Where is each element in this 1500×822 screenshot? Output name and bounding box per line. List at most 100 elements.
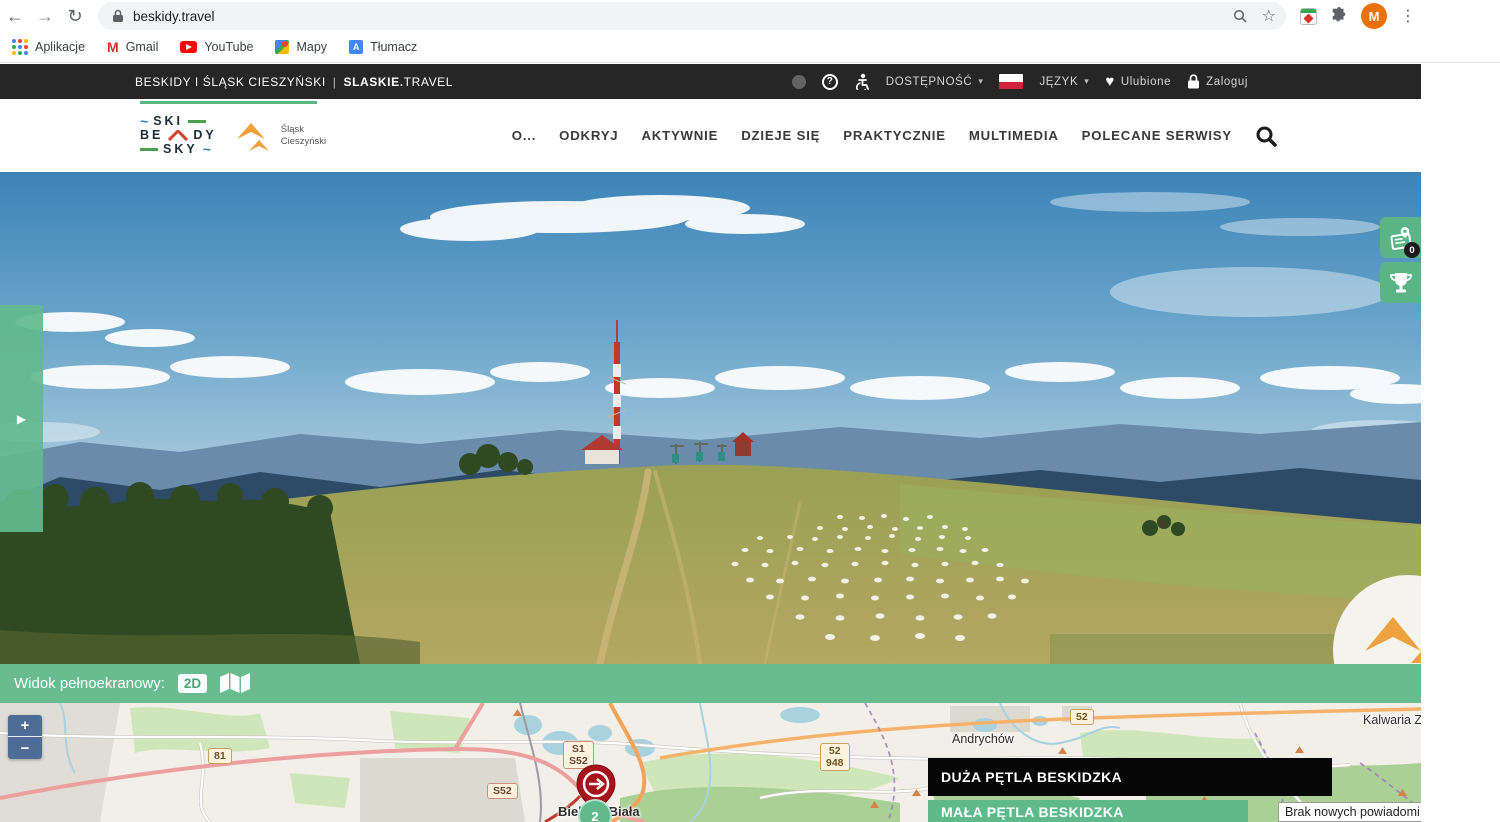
menu-item-aktywnie[interactable]: AKTYWNIE: [641, 128, 718, 143]
apps-grid-icon: [12, 39, 28, 55]
site-logo[interactable]: ~SKI BE DY SKY~ Śląsk Cieszyński: [140, 114, 326, 157]
bookmark-label: YouTube: [204, 40, 253, 54]
language-menu[interactable]: JĘZYK ▾: [1039, 76, 1089, 88]
extension-icon[interactable]: [1300, 8, 1317, 25]
extensions-puzzle-icon[interactable]: [1330, 7, 1348, 25]
menu-item-o[interactable]: O...: [512, 128, 536, 143]
bookmark-gmail[interactable]: M Gmail: [107, 39, 158, 55]
bookmark-youtube[interactable]: YouTube: [180, 40, 253, 54]
padlock-icon: [1187, 74, 1200, 89]
road-shield-52: 52: [1070, 709, 1094, 725]
zoom-in-button[interactable]: +: [8, 715, 42, 737]
shield-line: 948: [826, 757, 844, 769]
hero-image: [0, 172, 1421, 664]
planner-count-badge: 0: [1404, 242, 1420, 258]
lock-icon: [112, 9, 124, 23]
chevron-down-icon: ▾: [978, 76, 983, 87]
trip-planner-button[interactable]: 0: [1380, 217, 1421, 258]
accessibility-icon[interactable]: [854, 73, 870, 90]
brand-separator: |: [333, 75, 337, 89]
poland-flag-icon[interactable]: [999, 74, 1023, 89]
language-label: JĘZYK: [1039, 76, 1078, 88]
achievements-button[interactable]: [1380, 262, 1421, 303]
zoom-out-button[interactable]: −: [8, 737, 42, 759]
search-icon[interactable]: [1255, 125, 1277, 147]
hero-side-panel-toggle[interactable]: ▶: [0, 305, 43, 532]
chevron-down-icon: ▾: [1084, 76, 1089, 87]
shield-line: 52: [826, 745, 844, 757]
play-arrow-icon: ▶: [17, 412, 26, 426]
reload-icon[interactable]: ↻: [60, 6, 90, 27]
youtube-icon: [180, 41, 197, 53]
wave-icon: ~: [140, 114, 148, 129]
orange-triangle-watermark-icon: [1361, 607, 1421, 663]
bookmark-label: Mapy: [296, 40, 327, 54]
menu-item-odkryj[interactable]: ODKRYJ: [559, 128, 618, 143]
brand-travel: TRAVEL: [404, 75, 453, 89]
main-menu: O... ODKRYJ AKTYWNIE DZIEJE SIĘ PRAKTYCZ…: [512, 125, 1277, 147]
shield-line: S1: [569, 743, 588, 755]
zoom-icon[interactable]: [1233, 9, 1248, 24]
favorites-label: Ulubione: [1121, 76, 1171, 88]
bookmark-label: Gmail: [126, 40, 159, 54]
partner-name-line2: Cieszyński: [281, 136, 326, 148]
forward-icon[interactable]: →: [30, 6, 60, 27]
translate-icon: A: [349, 40, 363, 54]
maps-icon: [275, 40, 289, 54]
site-topbar: BESKIDY I ŚLĄSK CIESZYŃSKI | SLASKIE.TRA…: [0, 64, 1421, 99]
logo-underline: [140, 101, 317, 104]
bookmark-label: Tłumacz: [370, 40, 417, 54]
address-bar[interactable]: beskidy.travel ☆: [98, 2, 1286, 30]
menu-item-multimedia[interactable]: MULTIMEDIA: [969, 128, 1059, 143]
url-text[interactable]: beskidy.travel: [133, 9, 1233, 24]
logo-text-sky: SKY: [163, 143, 198, 156]
dash-icon: [140, 148, 158, 151]
menu-item-polecane-serwisy[interactable]: POLECANE SERWISY: [1082, 128, 1232, 143]
city-label-andrychow: Andrychów: [952, 732, 1014, 746]
help-icon[interactable]: ?: [822, 74, 838, 90]
menu-item-praktycznie[interactable]: PRAKTYCZNIE: [843, 128, 946, 143]
notification-tooltip: Brak nowych powiadomi: [1278, 802, 1421, 822]
bookmark-label: Aplikacje: [35, 40, 85, 54]
topbar-utilities: ? DOSTĘPNOŚĆ ▾ JĘZYK ▾ ♥ Ulubione: [792, 73, 1248, 90]
browser-toolbar: ← → ↻ beskidy.travel ☆ M ⋮: [0, 0, 1500, 32]
main-navbar: ~SKI BE DY SKY~ Śląsk Cieszyński: [0, 99, 1421, 172]
login-label: Zaloguj: [1206, 76, 1248, 88]
mode-2d-button[interactable]: 2D: [178, 674, 207, 693]
menu-item-dzieje-sie[interactable]: DZIEJE SIĘ: [741, 128, 820, 143]
bookmark-maps[interactable]: Mapy: [275, 40, 327, 54]
ski-beskidy-logo: ~SKI BE DY SKY~: [140, 114, 217, 157]
brand-slaskie: SLASKIE.: [344, 75, 404, 89]
road-shield-s52: S52: [487, 783, 518, 799]
contrast-icon[interactable]: [792, 75, 806, 89]
bookmark-translate[interactable]: A Tłumacz: [349, 40, 417, 54]
trophy-icon: [1388, 271, 1414, 295]
route-mala-petla[interactable]: MAŁA PĘTLA BESKIDZKA: [928, 800, 1248, 822]
webpage: BESKIDY I ŚLĄSK CIESZYŃSKI | SLASKIE.TRA…: [0, 64, 1421, 822]
bookmark-apps[interactable]: Aplikacje: [12, 39, 85, 55]
bookmarks-bar: Aplikacje M Gmail YouTube Mapy A Tłumacz: [0, 32, 1500, 63]
favorites-link[interactable]: ♥ Ulubione: [1105, 73, 1171, 90]
fullscreen-label: Widok pełnoekranowy:: [14, 675, 165, 692]
profile-avatar[interactable]: M: [1361, 3, 1387, 29]
hero-section: ▶ 0: [0, 172, 1421, 664]
partner-name-line1: Śląsk: [281, 124, 326, 136]
accessibility-menu[interactable]: DOSTĘPNOŚĆ ▾: [886, 76, 984, 88]
bookmark-star-icon[interactable]: ☆: [1262, 6, 1276, 26]
folded-map-icon[interactable]: [220, 673, 250, 695]
site-brand[interactable]: BESKIDY I ŚLĄSK CIESZYŃSKI | SLASKIE.TRA…: [135, 75, 453, 89]
route-duza-petla[interactable]: DUŻA PĘTLA BESKIDZKA: [928, 758, 1332, 796]
dash-icon: [188, 120, 206, 123]
map-section: + − 81 S1 S52 S52 52 948 52 Bielsko-Biał…: [0, 703, 1421, 822]
wave-icon: ~: [203, 142, 211, 157]
logo-text-ski: SKI: [153, 115, 183, 128]
road-shield-81: 81: [208, 748, 232, 764]
login-link[interactable]: Zaloguj: [1187, 74, 1248, 89]
back-icon[interactable]: ←: [0, 6, 30, 27]
city-label-kalwaria: Kalwaria Ze: [1363, 713, 1421, 727]
slask-cieszynski-logo: Śląsk Cieszyński: [233, 119, 326, 153]
chrome-menu-icon[interactable]: ⋮: [1400, 6, 1416, 26]
fullscreen-bar: Widok pełnoekranowy: 2D: [0, 664, 1421, 703]
chrome-actions: M ⋮: [1300, 3, 1416, 29]
orange-triangles-icon: [233, 119, 273, 153]
